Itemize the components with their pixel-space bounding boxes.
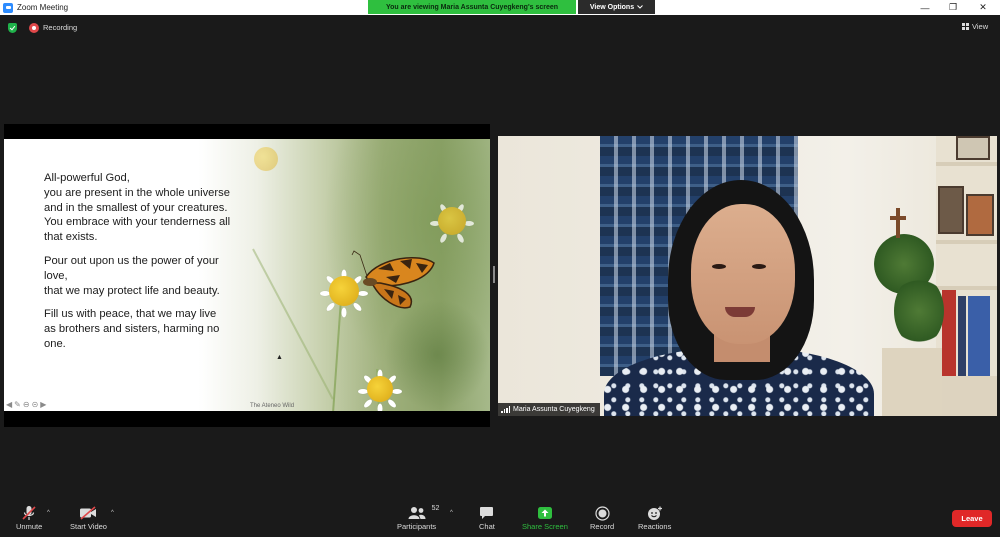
share-screen-button[interactable]: Share Screen: [522, 504, 568, 531]
zoom-meeting-window: Zoom Meeting You are viewing Maria Assun…: [0, 0, 1000, 537]
record-icon: [594, 505, 610, 521]
chat-bubble-icon: [480, 507, 494, 519]
grid-icon: [962, 23, 969, 30]
slide-paragraph: All-powerful God, you are present in the…: [44, 171, 264, 245]
share-screen-icon: [537, 507, 552, 519]
slide-line: Fill us with peace, that we may live: [44, 308, 217, 321]
house-plant: [894, 276, 944, 346]
record-button[interactable]: Record: [590, 504, 614, 531]
signal-bars-icon: [501, 406, 510, 413]
leave-button[interactable]: Leave: [952, 510, 992, 527]
slide-line: Pour out upon us the power of your: [44, 254, 219, 267]
participant-face: [691, 204, 795, 344]
restore-button[interactable]: ❐: [938, 0, 968, 15]
arrow-left-icon[interactable]: ◀: [6, 401, 12, 409]
split-view-handle[interactable]: [493, 266, 495, 283]
slide-line: that we may protect life and beauty.: [44, 284, 220, 297]
participant-video: Maria Assunta Cuyegkeng: [498, 136, 997, 416]
slide-line: love,: [44, 269, 68, 282]
reactions-button[interactable]: Reactions: [638, 504, 671, 531]
prayer-slide: All-powerful God, you are present in the…: [4, 139, 490, 411]
video-off-icon: [80, 506, 97, 520]
unmute-label: Unmute: [16, 522, 43, 531]
participant-name: Maria Assunta Cuyegkeng: [513, 406, 595, 413]
smiley-plus-icon: [647, 506, 662, 520]
chat-label: Chat: [479, 522, 495, 531]
view-options-button[interactable]: View Options: [578, 0, 655, 14]
slide-line: that exists.: [44, 231, 98, 244]
view-button[interactable]: View: [962, 22, 988, 31]
slide-line: All-powerful God,: [44, 172, 130, 184]
slide-line: you are present in the whole universe: [44, 186, 230, 199]
slide-paragraph: Fill us with peace, that we may live as …: [44, 307, 264, 351]
slide-paragraph: Pour out upon us the power of your love,…: [44, 254, 264, 298]
zoom-app-icon: [3, 2, 13, 13]
cabinet: [882, 348, 942, 416]
mic-muted-icon: [22, 506, 36, 520]
pen-icon[interactable]: ✎: [14, 401, 21, 409]
menu-icon[interactable]: ⊝: [32, 401, 39, 409]
unmute-button[interactable]: Unmute: [16, 504, 42, 531]
window-title: Zoom Meeting: [17, 3, 69, 12]
chat-button[interactable]: Chat: [479, 504, 495, 531]
slide-credit: The Ateneo Wild: [250, 403, 295, 409]
slide-prayer-text: All-powerful God, you are present in the…: [44, 171, 264, 361]
slide-line: one.: [44, 337, 66, 350]
close-button[interactable]: ✕: [968, 0, 998, 15]
slide-line: You embrace with your tenderness all: [44, 216, 231, 229]
start-video-button[interactable]: Start Video: [70, 504, 107, 531]
people-icon: [408, 507, 426, 519]
wooden-cross: [896, 208, 900, 238]
view-options-label: View Options: [589, 3, 635, 11]
minimize-button[interactable]: —: [910, 0, 940, 15]
record-dot-icon: [29, 23, 39, 33]
shared-screen: All-powerful God, you are present in the…: [4, 124, 490, 427]
video-options-caret[interactable]: ^: [111, 510, 114, 516]
arrow-right-icon[interactable]: ▶: [40, 401, 46, 409]
meeting-toolbar: [0, 500, 1000, 537]
bookshelf: [936, 136, 997, 416]
zoom-icon[interactable]: ⊖: [23, 401, 30, 409]
participant-name-tag: Maria Assunta Cuyegkeng: [498, 403, 600, 416]
shield-icon[interactable]: [8, 23, 17, 33]
participants-label: Participants: [397, 522, 437, 531]
chevron-down-icon: [637, 5, 643, 9]
slide-line: as brothers and sisters, harming no: [44, 323, 220, 336]
slide-navigation: ◀ ✎ ⊖ ⊝ ▶: [6, 401, 46, 409]
slide-line: and in the smallest of your creatures.: [44, 201, 228, 214]
record-label: Record: [590, 522, 615, 531]
reactions-label: Reactions: [638, 522, 672, 531]
participants-options-caret[interactable]: ^: [450, 510, 453, 516]
view-label: View: [972, 22, 989, 31]
audio-options-caret[interactable]: ^: [47, 510, 50, 516]
participants-count: 52: [431, 505, 440, 512]
viewing-screen-banner: You are viewing Maria Assunta Cuyegkeng'…: [368, 0, 576, 14]
share-screen-label: Share Screen: [522, 522, 568, 531]
start-video-label: Start Video: [70, 522, 107, 531]
recording-label: Recording: [43, 23, 78, 32]
mouse-pointer-icon: ▲: [276, 354, 283, 361]
butterfly-image: [351, 250, 435, 309]
participants-button[interactable]: 52 Participants: [397, 504, 439, 531]
